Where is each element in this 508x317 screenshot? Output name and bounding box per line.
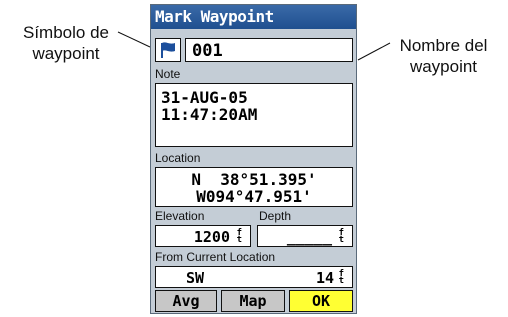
elevation-field[interactable]: 1200 f t — [155, 225, 251, 247]
waypoint-name-field[interactable]: 001 — [185, 38, 353, 62]
leader-line-right — [357, 42, 391, 61]
flag-icon — [161, 42, 175, 58]
distance-unit-bottom: t — [338, 276, 344, 286]
ok-button[interactable]: OK — [289, 290, 353, 312]
note-field[interactable]: 31-AUG-05 11:47:20AM — [155, 83, 353, 147]
waypoint-name-value: 001 — [192, 41, 223, 61]
note-label: Note — [155, 67, 181, 81]
depth-value: _____ — [286, 228, 332, 246]
longitude-value: W094°47.951' — [196, 187, 312, 206]
screen-title: Mark Waypoint — [155, 7, 274, 26]
map-button[interactable]: Map — [221, 290, 285, 312]
direction-value: SW — [186, 269, 205, 287]
title-bar: Mark Waypoint — [151, 5, 356, 29]
distance-value: 14 — [315, 269, 334, 287]
from-current-location-label: From Current Location — [155, 250, 276, 264]
location-field[interactable]: N 38°51.395' W094°47.951' — [155, 167, 353, 207]
note-line: 11:47:20AM — [161, 105, 258, 124]
mark-waypoint-screen: Mark Waypoint 001 Note 31-AUG-05 11:47:2… — [150, 4, 357, 314]
elevation-unit-bottom: t — [236, 235, 242, 245]
elevation-label: Elevation — [155, 209, 205, 223]
location-label: Location — [155, 151, 201, 165]
avg-button[interactable]: Avg — [155, 290, 217, 312]
elevation-value: 1200 — [193, 228, 230, 246]
depth-unit-bottom: t — [338, 235, 344, 245]
from-current-location-field: SW 14 f t — [155, 266, 353, 288]
depth-field[interactable]: _____ f t — [257, 225, 353, 247]
leader-line-left — [117, 31, 151, 48]
waypoint-symbol-button[interactable] — [155, 38, 181, 62]
depth-label: Depth — [259, 209, 292, 223]
